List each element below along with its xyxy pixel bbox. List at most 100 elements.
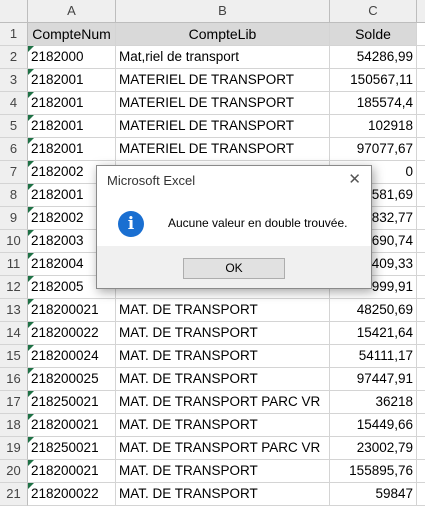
close-icon[interactable]: ✕ [348, 172, 361, 188]
error-indicator-icon [28, 276, 34, 282]
ok-button[interactable]: OK [183, 258, 285, 279]
cell-compte-lib[interactable]: MAT. DE TRANSPORT [116, 322, 330, 345]
cell-solde[interactable]: 185574,4 [330, 92, 417, 115]
cell-compte-num[interactable]: 218250021 [28, 391, 116, 414]
table-row: 19 218250021 MAT. DE TRANSPORT PARC VR 2300… [0, 437, 425, 460]
cell-compte-lib[interactable]: MAT. DE TRANSPORT [116, 345, 330, 368]
cell-text: 218200021 [31, 302, 99, 317]
cell-header-b[interactable]: CompteLib [116, 23, 330, 46]
error-indicator-icon [28, 483, 34, 489]
cell-compte-lib[interactable]: MATERIEL DE TRANSPORT [116, 115, 330, 138]
row-header[interactable]: 14 [0, 322, 28, 345]
table-row: 17 218250021 MAT. DE TRANSPORT PARC VR 3621… [0, 391, 425, 414]
row-header[interactable]: 15 [0, 345, 28, 368]
cell-compte-lib[interactable]: MATERIEL DE TRANSPORT [116, 138, 330, 161]
cell-compte-lib[interactable]: MAT. DE TRANSPORT PARC VR [116, 437, 330, 460]
row-header[interactable]: 11 [0, 253, 28, 276]
cell-solde[interactable]: 36218 [330, 391, 417, 414]
row-header[interactable]: 9 [0, 207, 28, 230]
cell-text: 2182001 [31, 72, 84, 87]
cell-compte-lib[interactable]: MAT. DE TRANSPORT PARC VR [116, 391, 330, 414]
error-indicator-icon [28, 230, 34, 236]
error-indicator-icon [28, 115, 34, 121]
column-header-b[interactable]: B [116, 0, 330, 23]
cell-compte-lib[interactable]: MAT. DE TRANSPORT [116, 368, 330, 391]
cell-text: 218250021 [31, 394, 99, 409]
cell-compte-lib[interactable]: MAT. DE TRANSPORT [116, 299, 330, 322]
row-header[interactable]: 8 [0, 184, 28, 207]
table-row: 14 218200022 MAT. DE TRANSPORT 15421,64 [0, 322, 425, 345]
cell-solde[interactable]: 150567,11 [330, 69, 417, 92]
cell-compte-num[interactable]: 218200021 [28, 414, 116, 437]
cell-compte-num[interactable]: 218200025 [28, 368, 116, 391]
table-row: 15 218200024 MAT. DE TRANSPORT 54111,17 [0, 345, 425, 368]
cell-solde[interactable]: 59847 [330, 483, 417, 506]
column-header-edge [417, 0, 425, 23]
row-header[interactable]: 20 [0, 460, 28, 483]
cell-compte-num[interactable]: 2182001 [28, 138, 116, 161]
column-header-c[interactable]: C [330, 0, 417, 23]
row-header[interactable]: 17 [0, 391, 28, 414]
dialog-titlebar[interactable]: Microsoft Excel ✕ [97, 166, 371, 196]
row-header[interactable]: 21 [0, 483, 28, 506]
cell-solde[interactable]: 102918 [330, 115, 417, 138]
cell-compte-num[interactable]: 2182001 [28, 92, 116, 115]
info-icon: i [118, 211, 144, 237]
cell-compte-num[interactable]: 2182000 [28, 46, 116, 69]
cell-compte-lib[interactable]: Mat,riel de transport [116, 46, 330, 69]
error-indicator-icon [28, 184, 34, 190]
cell-compte-lib[interactable]: MAT. DE TRANSPORT [116, 460, 330, 483]
row-header[interactable]: 13 [0, 299, 28, 322]
row-header[interactable]: 6 [0, 138, 28, 161]
row-header[interactable]: 4 [0, 92, 28, 115]
row-header[interactable]: 12 [0, 276, 28, 299]
cell-compte-lib[interactable]: MAT. DE TRANSPORT [116, 414, 330, 437]
table-row: 4 2182001 MATERIEL DE TRANSPORT 185574,4 [0, 92, 425, 115]
cell-header-c[interactable]: Solde [330, 23, 417, 46]
cell-solde[interactable]: 155895,76 [330, 460, 417, 483]
table-row: 16 218200025 MAT. DE TRANSPORT 97447,91 [0, 368, 425, 391]
row-header[interactable]: 19 [0, 437, 28, 460]
row-header[interactable]: 2 [0, 46, 28, 69]
table-row: 2 2182000 Mat,riel de transport 54286,99 [0, 46, 425, 69]
cell-compte-num[interactable]: 2182001 [28, 69, 116, 92]
cell-compte-num[interactable]: 218200021 [28, 460, 116, 483]
cell-text: 218200025 [31, 371, 99, 386]
cell-solde[interactable]: 97077,67 [330, 138, 417, 161]
cell-compte-lib[interactable]: MATERIEL DE TRANSPORT [116, 92, 330, 115]
cell-compte-num[interactable]: 2182001 [28, 115, 116, 138]
error-indicator-icon [28, 437, 34, 443]
cell-text: 218200024 [31, 348, 99, 363]
row-header[interactable]: 18 [0, 414, 28, 437]
cell-solde[interactable]: 54286,99 [330, 46, 417, 69]
cell-compte-lib[interactable]: MAT. DE TRANSPORT [116, 483, 330, 506]
cell-header-a[interactable]: CompteNum [28, 23, 116, 46]
cell-solde[interactable]: 97447,91 [330, 368, 417, 391]
cell-solde[interactable]: 23002,79 [330, 437, 417, 460]
error-indicator-icon [28, 207, 34, 213]
dialog-message: Aucune valeur en double trouvée. [168, 216, 348, 230]
cell-solde[interactable]: 15421,64 [330, 322, 417, 345]
cell-solde[interactable]: 54111,17 [330, 345, 417, 368]
column-header-a[interactable]: A [28, 0, 116, 23]
row-header[interactable]: 1 [0, 23, 28, 46]
cell-compte-num[interactable]: 218200022 [28, 483, 116, 506]
cell-compte-num[interactable]: 218200024 [28, 345, 116, 368]
cell-text: 218200021 [31, 417, 99, 432]
error-indicator-icon [28, 299, 34, 305]
row-header[interactable]: 10 [0, 230, 28, 253]
cell-compte-num[interactable]: 218250021 [28, 437, 116, 460]
cell-solde[interactable]: 15449,66 [330, 414, 417, 437]
row-header[interactable]: 16 [0, 368, 28, 391]
error-indicator-icon [28, 138, 34, 144]
select-all-corner[interactable] [0, 0, 28, 23]
cell-compte-num[interactable]: 218200021 [28, 299, 116, 322]
cell-compte-lib[interactable]: MATERIEL DE TRANSPORT [116, 69, 330, 92]
row-header[interactable]: 5 [0, 115, 28, 138]
error-indicator-icon [28, 322, 34, 328]
message-dialog: Microsoft Excel ✕ i Aucune valeur en dou… [96, 165, 372, 289]
row-header[interactable]: 7 [0, 161, 28, 184]
row-header[interactable]: 3 [0, 69, 28, 92]
cell-solde[interactable]: 48250,69 [330, 299, 417, 322]
cell-compte-num[interactable]: 218200022 [28, 322, 116, 345]
